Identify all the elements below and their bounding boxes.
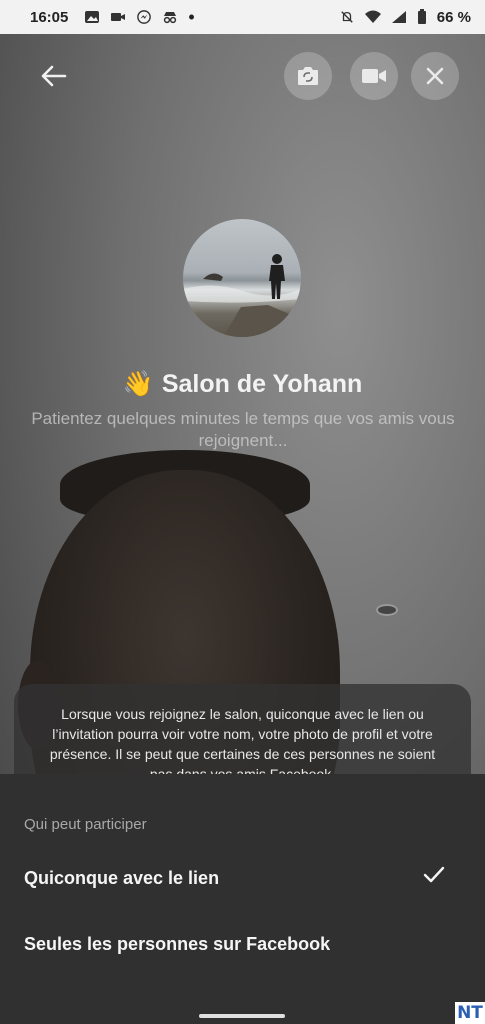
notification-icons: • — [84, 7, 195, 27]
option-label: Quiconque avec le lien — [24, 867, 220, 888]
ceiling-light — [376, 604, 398, 616]
mute-icon — [341, 11, 353, 23]
room-title-text: Salon de Yohann — [161, 370, 363, 398]
incognito-icon — [164, 12, 177, 24]
check-icon — [423, 866, 445, 883]
participants-sheet: Qui peut participer Quiconque avec le li… — [0, 774, 485, 1024]
option-label: Seules les personnes sur Facebook — [24, 933, 331, 954]
option-anyone-with-link[interactable]: Quiconque avec le lien — [0, 848, 485, 908]
image-icon — [85, 11, 100, 23]
battery-percent: 66 % — [436, 8, 471, 26]
flip-camera-button[interactable] — [284, 52, 332, 100]
messenger-icon — [137, 10, 152, 24]
video-toggle-button[interactable] — [350, 52, 398, 100]
waving-hand-icon: 👋 — [122, 370, 154, 398]
watermark-logo: NT — [455, 1002, 485, 1024]
room-host-avatar — [183, 219, 301, 337]
avatar-photo — [183, 254, 301, 337]
arrow-left-icon — [41, 65, 67, 87]
privacy-info-text: Lorsque vous rejoignez le salon, quiconq… — [49, 706, 436, 782]
system-icons: 66 % — [339, 9, 471, 26]
room-subtitle: Patientez quelques minutes le temps que … — [31, 409, 455, 450]
status-time: 16:05 — [30, 8, 69, 26]
room-title: 👋 Salon de Yohann — [0, 370, 485, 399]
dot-icon: • — [188, 7, 195, 27]
wifi-icon — [364, 10, 381, 23]
video-camera-icon — [111, 13, 126, 21]
close-button[interactable] — [411, 52, 459, 100]
sheet-heading: Qui peut participer — [24, 816, 147, 833]
back-button[interactable] — [36, 58, 72, 94]
camera-flip-icon — [298, 67, 318, 85]
option-facebook-only[interactable]: Seules les personnes sur Facebook — [0, 914, 485, 974]
privacy-info-box: Lorsque vous rejoignez le salon, quiconq… — [14, 684, 471, 784]
video-camera-icon — [362, 69, 386, 83]
signal-icon — [391, 11, 406, 23]
battery-icon — [417, 9, 426, 24]
home-indicator[interactable] — [199, 1014, 285, 1018]
status-bar: 16:05 • 66 % — [0, 0, 485, 34]
close-icon — [426, 67, 444, 85]
